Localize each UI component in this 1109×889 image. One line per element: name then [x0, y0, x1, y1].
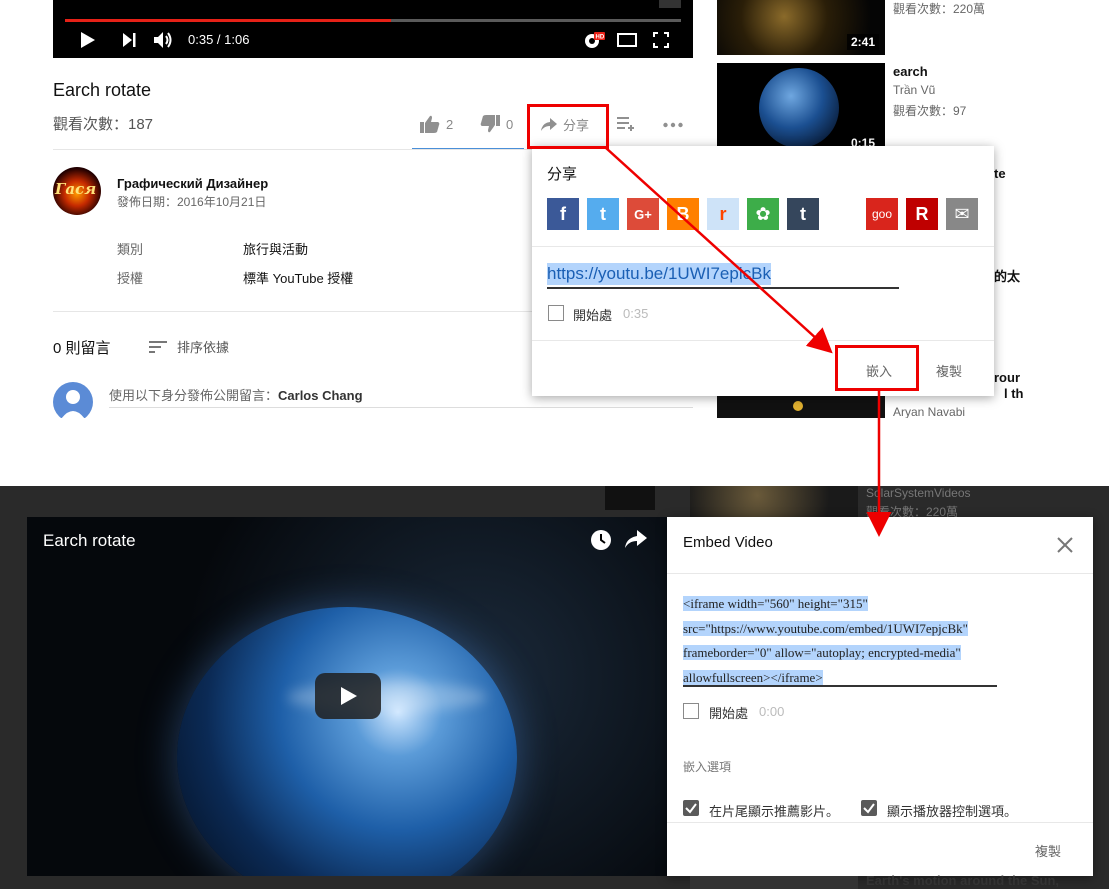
annotation-arrows [605, 147, 892, 537]
arrow-share-to-embed [605, 147, 833, 354]
